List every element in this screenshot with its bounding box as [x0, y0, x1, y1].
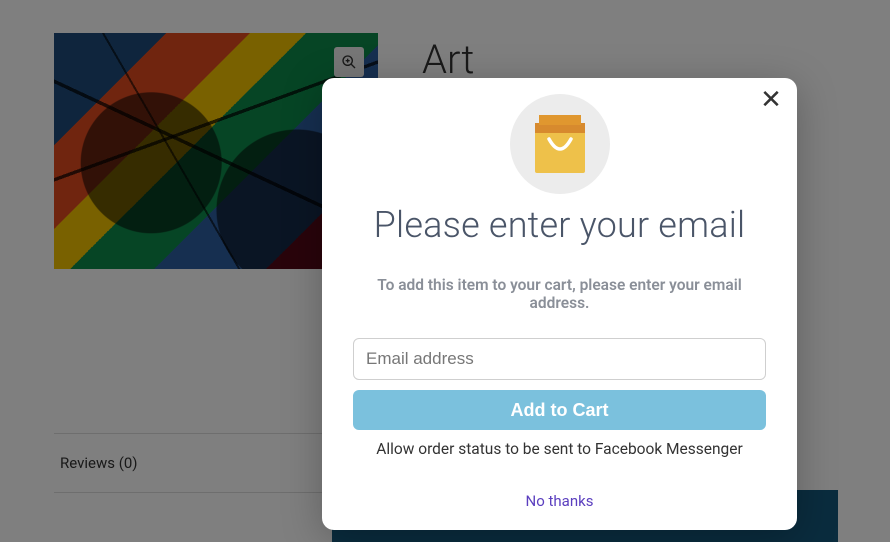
email-modal: ✕ Please enter your email To add this it…	[322, 78, 797, 530]
fb-messenger-text: Allow order status to be sent to Faceboo…	[352, 440, 767, 458]
product-page: Art Reviews (0) ✕ Please enter your emai…	[0, 0, 890, 542]
shopping-bag-icon	[527, 109, 593, 179]
close-icon: ✕	[760, 87, 782, 113]
modal-heading: Please enter your email	[352, 204, 767, 246]
add-to-cart-button[interactable]: Add to Cart	[353, 390, 766, 430]
bag-illustration	[510, 94, 610, 194]
close-button[interactable]: ✕	[759, 88, 783, 112]
no-thanks-link[interactable]: No thanks	[526, 492, 594, 510]
modal-subtext: To add this item to your cart, please en…	[352, 276, 767, 312]
email-field[interactable]	[353, 338, 766, 380]
